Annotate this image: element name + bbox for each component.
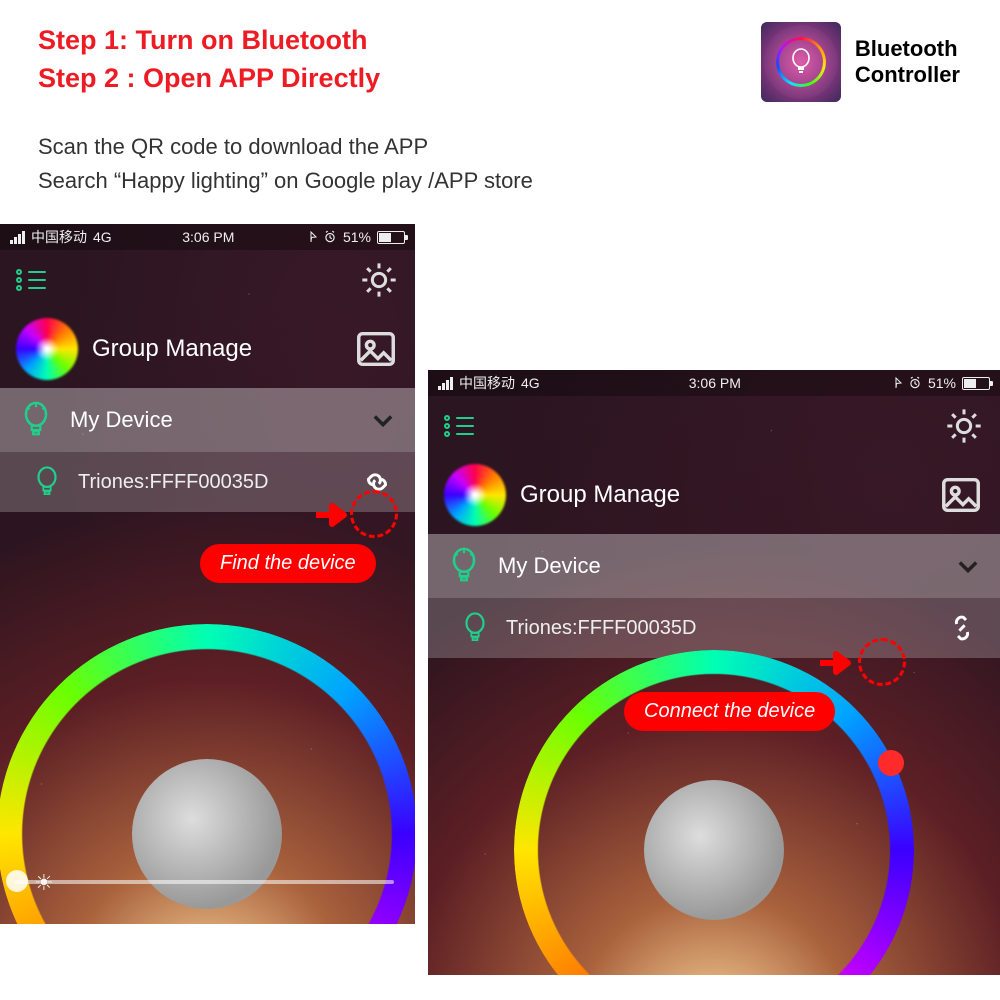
- center-preview: [132, 759, 282, 909]
- color-orb-icon: [16, 318, 78, 380]
- sub-line2: Search “Happy lighting” on Google play /…: [38, 164, 533, 198]
- status-bar: 中国移动 4G 3:06 PM 51%: [0, 224, 415, 250]
- chevron-down-icon: [954, 552, 982, 580]
- step-2-text: Step 2 : Open APP Directly: [38, 60, 380, 98]
- sub-line1: Scan the QR code to download the APP: [38, 130, 533, 164]
- group-manage-header[interactable]: Group Manage: [428, 456, 1000, 534]
- battery-icon: [962, 377, 990, 390]
- arrow-right-icon: [818, 648, 858, 678]
- signal-icon: [438, 377, 453, 390]
- sub-instructions: Scan the QR code to download the APP Sea…: [38, 130, 533, 198]
- alarm-icon: [323, 230, 337, 244]
- battery-pct: 51%: [928, 375, 956, 391]
- location-icon: [890, 377, 902, 389]
- app-icon: [761, 22, 841, 102]
- bulb-icon: [30, 465, 64, 499]
- arrow-right-icon: [314, 500, 354, 530]
- app-name: Bluetooth Controller: [855, 36, 960, 89]
- my-device-label: My Device: [498, 553, 601, 579]
- annotation-circle: [350, 490, 398, 538]
- group-manage-header[interactable]: Group Manage: [0, 310, 415, 388]
- brightness-handle[interactable]: [6, 870, 28, 892]
- annotation-circle: [858, 638, 906, 686]
- my-device-row[interactable]: My Device: [428, 534, 1000, 598]
- annotation-connect: Connect the device: [812, 648, 1000, 788]
- app-name-line2: Controller: [855, 62, 960, 88]
- battery-pct: 51%: [343, 229, 371, 245]
- status-bar: 中国移动 4G 3:06 PM 51%: [428, 370, 1000, 396]
- my-device-label: My Device: [70, 407, 173, 433]
- battery-icon: [377, 231, 405, 244]
- device-id-label: Triones:FFFF00035D: [506, 617, 696, 640]
- app-promo: Bluetooth Controller: [761, 22, 960, 102]
- signal-icon: [10, 231, 25, 244]
- picture-icon[interactable]: [353, 326, 399, 372]
- app-name-line1: Bluetooth: [855, 36, 960, 62]
- app-top-bar: [0, 250, 415, 310]
- brightness-slider[interactable]: [14, 880, 394, 884]
- brightness-icon: ☀: [34, 870, 54, 896]
- group-manage-label: Group Manage: [520, 481, 680, 509]
- gear-icon[interactable]: [944, 406, 984, 446]
- center-preview: [644, 780, 784, 920]
- instructions-header: Step 1: Turn on Bluetooth Step 2 : Open …: [38, 22, 960, 102]
- location-icon: [305, 231, 317, 243]
- step-1-text: Step 1: Turn on Bluetooth: [38, 22, 380, 60]
- steps-block: Step 1: Turn on Bluetooth Step 2 : Open …: [38, 22, 380, 98]
- menu-list-icon[interactable]: [444, 413, 478, 439]
- status-time: 3:06 PM: [182, 229, 234, 245]
- annotation-connect-label: Connect the device: [624, 692, 835, 731]
- picture-icon[interactable]: [938, 472, 984, 518]
- device-id-label: Triones:FFFF00035D: [78, 471, 268, 494]
- gear-icon[interactable]: [359, 260, 399, 300]
- menu-list-icon[interactable]: [16, 267, 50, 293]
- chevron-down-icon: [369, 406, 397, 434]
- annotation-find: Find the device: [300, 502, 500, 622]
- network-label: 4G: [521, 375, 540, 391]
- unlink-icon[interactable]: [946, 612, 978, 644]
- carrier-label: 中国移动: [31, 227, 87, 247]
- annotation-find-label: Find the device: [200, 544, 376, 583]
- group-manage-label: Group Manage: [92, 335, 252, 363]
- app-top-bar: [428, 396, 1000, 456]
- alarm-icon: [908, 376, 922, 390]
- status-time: 3:06 PM: [689, 375, 741, 391]
- carrier-label: 中国移动: [459, 373, 515, 393]
- bulb-icon: [789, 47, 813, 77]
- bulb-icon: [16, 400, 56, 440]
- network-label: 4G: [93, 229, 112, 245]
- my-device-row[interactable]: My Device: [0, 388, 415, 452]
